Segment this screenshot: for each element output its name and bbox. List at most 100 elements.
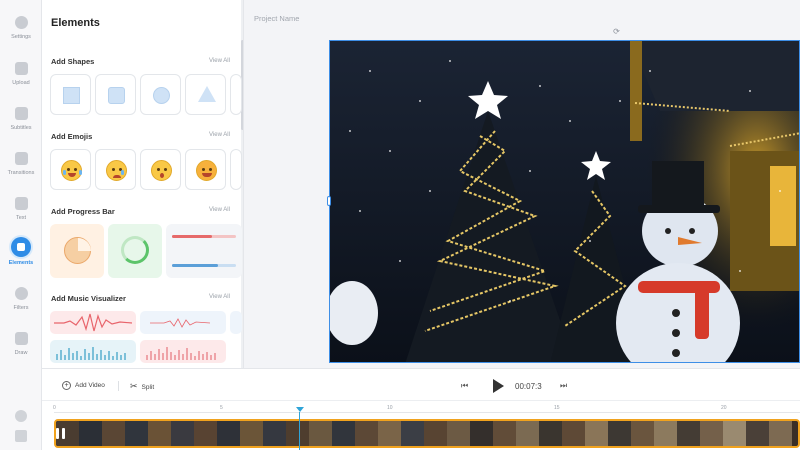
sidebar-item-label: Text bbox=[15, 215, 27, 221]
timecode-display: 00:07:3 bbox=[515, 382, 542, 391]
video-frame-image bbox=[330, 41, 799, 362]
sidebar-item-transitions[interactable]: Transitions bbox=[0, 146, 42, 186]
progress-pie-tile[interactable] bbox=[50, 224, 104, 278]
sidebar-item-upload[interactable]: Upload bbox=[0, 56, 42, 96]
section-title-emojis: Add Emojis bbox=[51, 132, 93, 141]
wave-red-icon bbox=[54, 313, 133, 332]
triangle-shape-icon bbox=[198, 86, 216, 102]
emoji-tile-laughing[interactable] bbox=[50, 149, 91, 190]
rotate-icon[interactable]: ⟳ bbox=[612, 27, 621, 36]
gear-icon bbox=[14, 16, 28, 29]
trim-handle-left[interactable] bbox=[56, 428, 59, 439]
surprised-emoji-icon bbox=[151, 160, 172, 181]
pen-icon bbox=[14, 332, 28, 345]
resize-handle-left[interactable] bbox=[327, 196, 331, 206]
visualizer-bars-blue-tile[interactable] bbox=[50, 340, 136, 363]
playhead-line[interactable] bbox=[299, 412, 300, 450]
split-label: Split bbox=[141, 384, 155, 391]
upload-icon bbox=[14, 62, 28, 75]
visualizer-more-tile[interactable] bbox=[230, 311, 242, 334]
subtitles-icon bbox=[14, 107, 28, 120]
timeline-tick: 15 bbox=[554, 405, 560, 411]
shape-circle-tile[interactable] bbox=[140, 74, 181, 115]
playback-controls: + Add Video ✂ Split ⏮ 00:07:3 ⏭ bbox=[42, 368, 800, 400]
elements-panel: Elements Add Shapes View All Add Emojis … bbox=[42, 0, 244, 368]
shape-triangle-tile[interactable] bbox=[185, 74, 226, 115]
rounded-square-shape-icon bbox=[108, 87, 125, 104]
visualizer-wave-red-tile[interactable] bbox=[50, 311, 136, 334]
skip-back-icon[interactable]: ⏮ bbox=[461, 381, 468, 391]
timeline-tick: 20 bbox=[721, 405, 727, 411]
emoji-tile-surprised[interactable] bbox=[140, 149, 181, 190]
filters-icon bbox=[14, 287, 28, 300]
shape-rounded-square-tile[interactable] bbox=[95, 74, 136, 115]
section-title-shapes: Add Shapes bbox=[51, 57, 95, 66]
sidebar-item-label: Upload bbox=[12, 80, 30, 86]
bar-progress-fill-red bbox=[172, 235, 212, 238]
view-all-music-visualizer-link[interactable]: View All bbox=[209, 294, 230, 300]
project-name-field[interactable]: Project Name bbox=[254, 14, 299, 23]
split-button[interactable]: ✂ Split bbox=[130, 380, 154, 392]
visualizer-wave-blue-tile[interactable] bbox=[140, 311, 226, 334]
shape-square-tile[interactable] bbox=[50, 74, 91, 115]
timeline[interactable]: 0 5 10 15 20 bbox=[42, 400, 800, 450]
sidebar: Settings Upload Subtitles Transitions Te… bbox=[0, 0, 42, 450]
trim-handle-left-inner[interactable] bbox=[62, 428, 65, 439]
elements-icon bbox=[11, 237, 31, 257]
timeline-tick: 5 bbox=[220, 405, 223, 411]
divider bbox=[118, 381, 119, 391]
laughing-emoji-icon bbox=[61, 160, 82, 181]
progress-bars-tile[interactable] bbox=[166, 224, 242, 278]
emoji-tile-crying[interactable] bbox=[95, 149, 136, 190]
timeline-tick: 0 bbox=[53, 405, 56, 411]
timeline-ruler bbox=[54, 412, 800, 413]
sidebar-item-subtitles[interactable]: Subtitles bbox=[0, 101, 42, 141]
add-video-button[interactable]: + Add Video bbox=[62, 380, 105, 392]
add-video-label: Add Video bbox=[75, 382, 105, 389]
keyboard-icon[interactable] bbox=[15, 430, 27, 442]
square-shape-icon bbox=[63, 87, 80, 104]
view-all-shapes-link[interactable]: View All bbox=[209, 58, 230, 64]
shape-more-tile[interactable] bbox=[230, 74, 242, 115]
emoji-tile-grinning[interactable] bbox=[185, 149, 226, 190]
play-icon[interactable] bbox=[493, 379, 504, 393]
video-editor-app: Settings Upload Subtitles Transitions Te… bbox=[0, 0, 800, 450]
view-all-progress-bar-link[interactable]: View All bbox=[209, 207, 230, 213]
playhead-marker[interactable] bbox=[296, 407, 304, 412]
sidebar-item-filters[interactable]: Filters bbox=[0, 281, 42, 321]
sidebar-item-label: Transitions bbox=[7, 170, 35, 176]
help-icon[interactable] bbox=[15, 410, 27, 422]
sidebar-item-label: Elements bbox=[8, 260, 34, 266]
panel-title: Elements bbox=[51, 17, 100, 29]
skip-forward-icon[interactable]: ⏭ bbox=[560, 381, 567, 391]
scissors-icon: ✂ bbox=[130, 381, 138, 391]
bar-progress-fill-blue bbox=[172, 264, 218, 267]
sidebar-item-label: Filters bbox=[13, 305, 29, 311]
crying-emoji-icon bbox=[106, 160, 127, 181]
sidebar-item-text[interactable]: Text bbox=[0, 191, 42, 231]
wave-blue-icon bbox=[150, 318, 211, 328]
progress-ring-tile[interactable] bbox=[108, 224, 162, 278]
pie-progress-icon bbox=[64, 237, 91, 264]
sidebar-item-label: Draw bbox=[14, 350, 28, 356]
grinning-emoji-icon bbox=[196, 160, 217, 181]
ring-progress-icon bbox=[121, 236, 149, 264]
text-icon bbox=[14, 197, 28, 210]
section-title-music-visualizer: Add Music Visualizer bbox=[51, 294, 126, 303]
visualizer-bars-red-tile[interactable] bbox=[140, 340, 226, 363]
timeline-tick: 10 bbox=[387, 405, 393, 411]
video-preview[interactable] bbox=[329, 40, 800, 363]
circle-shape-icon bbox=[153, 87, 170, 104]
sidebar-item-settings[interactable]: Settings bbox=[0, 10, 42, 50]
sidebar-item-label: Settings bbox=[11, 34, 31, 40]
section-title-progress-bar: Add Progress Bar bbox=[51, 207, 115, 216]
sidebar-item-draw[interactable]: Draw bbox=[0, 326, 42, 366]
emoji-more-tile[interactable] bbox=[230, 149, 242, 190]
view-all-emojis-link[interactable]: View All bbox=[209, 132, 230, 138]
video-track-clip[interactable] bbox=[54, 419, 800, 448]
bars-blue-icon bbox=[56, 347, 126, 360]
sidebar-item-elements[interactable]: Elements bbox=[0, 234, 42, 274]
bars-red-icon bbox=[146, 347, 216, 360]
transitions-icon bbox=[14, 152, 28, 165]
sidebar-item-label: Subtitles bbox=[10, 125, 32, 131]
